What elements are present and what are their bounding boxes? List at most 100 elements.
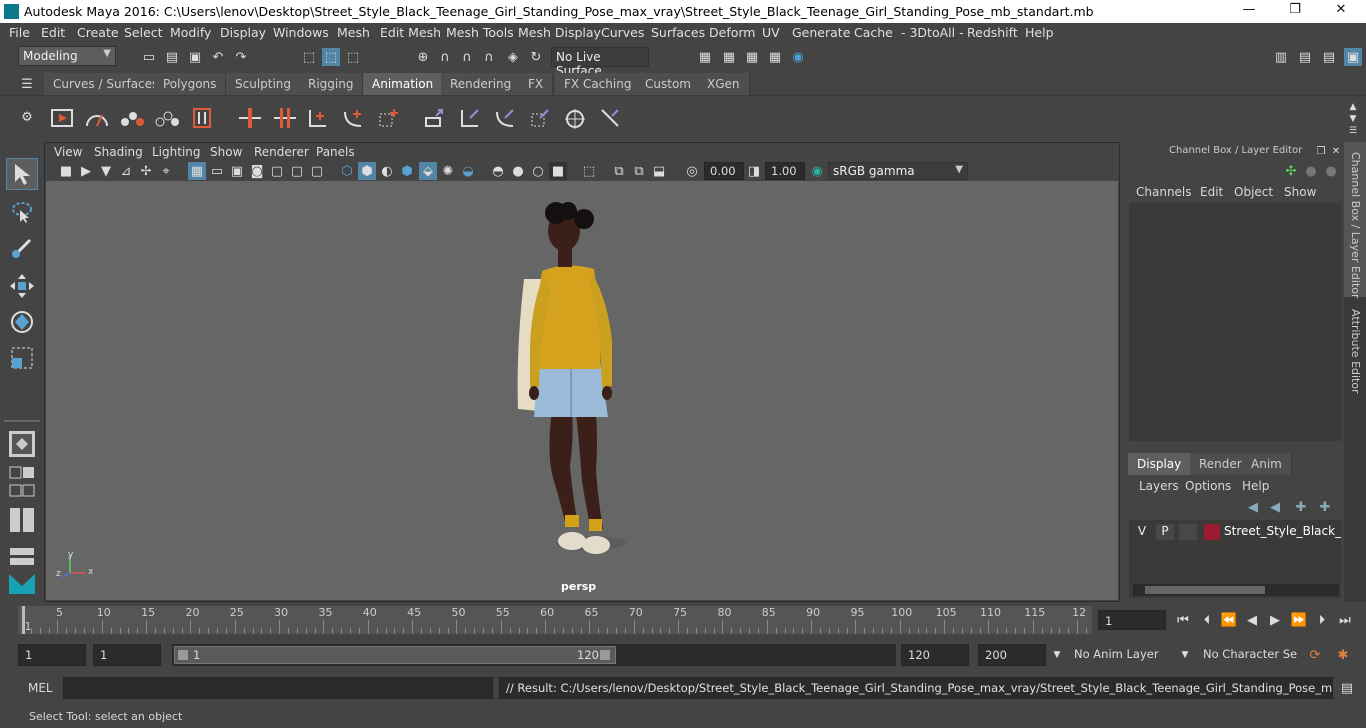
menu-deform[interactable]: Deform xyxy=(709,25,755,40)
color-management-icon[interactable]: ◉ xyxy=(808,162,826,180)
safe-title-icon[interactable]: ▢ xyxy=(288,162,306,180)
keyable-icon[interactable]: ● xyxy=(1302,162,1320,180)
menu-mesh-display[interactable]: Mesh Display xyxy=(518,25,601,40)
bookmark-icon[interactable]: ▼ xyxy=(97,162,115,180)
field-chart-icon[interactable]: ◙ xyxy=(248,162,266,180)
gate-mask-icon[interactable]: ▣ xyxy=(228,162,246,180)
minimize-button[interactable]: — xyxy=(1234,2,1264,20)
safe-action-icon[interactable]: ▢ xyxy=(268,162,286,180)
menu-display[interactable]: Display xyxy=(220,25,266,40)
single-perspective-layout-icon[interactable] xyxy=(6,428,38,460)
current-frame-field[interactable]: 1 xyxy=(1098,610,1166,630)
shadows-icon[interactable]: ✺ xyxy=(439,162,457,180)
menu-redshift[interactable]: Redshift xyxy=(967,25,1018,40)
scale-constraint-icon[interactable] xyxy=(527,104,555,132)
multisample-aa-icon[interactable]: ● xyxy=(509,162,527,180)
menu-mesh[interactable]: Mesh xyxy=(337,25,370,40)
render-frame-icon[interactable]: ▦ xyxy=(696,48,714,66)
layer-menu-options[interactable]: Options xyxy=(1185,479,1231,493)
scale-tool-icon[interactable] xyxy=(6,342,38,374)
anim-layer-dropdown[interactable]: No Anim Layer xyxy=(1068,644,1168,666)
snap-point-icon[interactable]: ∩ xyxy=(458,48,476,66)
layer-tab-anim[interactable]: Anim xyxy=(1242,453,1292,475)
backface-culling-icon[interactable]: ⬓ xyxy=(650,162,668,180)
viewport-menu-lighting[interactable]: Lighting xyxy=(152,145,201,159)
resolution-gate-icon[interactable]: ▭ xyxy=(208,162,226,180)
tab-rigging[interactable]: Rigging xyxy=(299,73,364,95)
film-gate-icon[interactable]: ⌖ xyxy=(157,162,175,180)
wireframe-shading-icon[interactable]: ⬡ xyxy=(338,162,356,180)
redo-icon[interactable]: ↷ xyxy=(232,48,250,66)
live-surface-field[interactable]: No Live Surface xyxy=(551,47,649,78)
xray-active-icon[interactable]: ⧉ xyxy=(630,162,648,180)
guide-icon[interactable]: ▢ xyxy=(308,162,326,180)
layer-tab-display[interactable]: Display xyxy=(1128,453,1192,475)
range-slider-handle[interactable]: 1 120 xyxy=(174,646,616,664)
layer-menu-layers[interactable]: Layers xyxy=(1139,479,1179,493)
move-layer-down-icon[interactable]: ◀ xyxy=(1266,498,1284,516)
ik-handle-icon[interactable] xyxy=(305,104,333,132)
create-cluster-icon[interactable] xyxy=(375,104,403,132)
animation-end-field[interactable]: 200 xyxy=(978,644,1046,666)
animation-start-field[interactable]: 1 xyxy=(18,644,86,666)
rotate-tool-icon[interactable] xyxy=(6,306,38,338)
viewport-menu-show[interactable]: Show xyxy=(210,145,242,159)
channels-menu-object[interactable]: Object xyxy=(1234,185,1273,199)
play-backwards-icon[interactable]: ◀ xyxy=(1243,611,1261,629)
shelf-menu-icon[interactable]: ☰ xyxy=(18,75,36,93)
parent-constraint-icon[interactable] xyxy=(422,104,450,132)
menu-create[interactable]: Create xyxy=(77,25,119,40)
menu-cache[interactable]: Cache xyxy=(854,25,893,40)
xray-joints-icon[interactable]: ⧉ xyxy=(610,162,628,180)
render-view-icon[interactable]: ◉ xyxy=(789,48,807,66)
motion-blur-icon[interactable]: ◓ xyxy=(489,162,507,180)
tab-sculpting[interactable]: Sculpting xyxy=(226,73,302,95)
lasso-tool-icon[interactable] xyxy=(6,196,38,228)
ambient-occlusion-icon[interactable]: ◒ xyxy=(459,162,477,180)
ipr-render-icon[interactable]: ▦ xyxy=(720,48,738,66)
viewport-menu-shading[interactable]: Shading xyxy=(94,145,143,159)
tab-rendering[interactable]: Rendering xyxy=(441,73,522,95)
playback-end-field[interactable]: 120 xyxy=(901,644,969,666)
auto-key-icon[interactable]: ⟳ xyxy=(1306,646,1324,664)
tab-curves-surfaces[interactable]: Curves / Surfaces xyxy=(44,73,169,95)
layer-display-type-toggle[interactable] xyxy=(1179,524,1197,540)
pole-vector-constraint-icon[interactable] xyxy=(597,104,625,132)
snap-grid-icon[interactable]: ⊕ xyxy=(414,48,432,66)
command-language-label[interactable]: MEL xyxy=(28,681,53,695)
go-to-end-icon[interactable]: ⏭ xyxy=(1336,611,1354,629)
tab-animation[interactable]: Animation xyxy=(363,73,444,95)
layer-scrollbar-thumb[interactable] xyxy=(1145,586,1265,594)
maximize-button[interactable]: ❐ xyxy=(1280,2,1310,20)
time-slider[interactable]: 1 5 10 15 20 25 30 35 40 45 50 55 60 65 70 75 80 85 90 95 10… xyxy=(0,602,1366,640)
range-handle-end-grip[interactable] xyxy=(600,650,610,660)
current-time-indicator[interactable] xyxy=(22,606,25,634)
tab-fx[interactable]: FX xyxy=(519,73,554,95)
move-tool-icon[interactable] xyxy=(6,270,38,302)
wireframe-grid-icon[interactable]: ▦ xyxy=(188,162,206,180)
script-editor-icon[interactable]: ▤ xyxy=(1338,679,1356,697)
camera-attributes-icon[interactable]: ▶ xyxy=(77,162,95,180)
tab-fx-caching[interactable]: FX Caching xyxy=(555,73,642,95)
new-layer-selected-icon[interactable]: ✚ xyxy=(1316,498,1334,516)
layout-toggle-icon[interactable]: ▤ xyxy=(1320,48,1338,66)
go-to-start-icon[interactable]: ⏮ xyxy=(1174,611,1192,629)
step-back-frame-icon[interactable]: ⏴ xyxy=(1198,611,1216,629)
render-settings-icon[interactable]: ▦ xyxy=(743,48,761,66)
layer-color-swatch[interactable] xyxy=(1204,524,1220,540)
select-hierarchy-icon[interactable]: ⬚ xyxy=(300,48,318,66)
menu-generate[interactable]: Generate xyxy=(792,25,850,40)
snap-surface-icon[interactable]: ◈ xyxy=(504,48,522,66)
play-forwards-icon[interactable]: ▶ xyxy=(1266,611,1284,629)
channel-box-list[interactable] xyxy=(1129,203,1341,441)
workspace-icon[interactable]: ▥ xyxy=(1272,48,1290,66)
xray-icon[interactable]: ⬚ xyxy=(580,162,598,180)
step-forward-key-icon[interactable]: ⏩ xyxy=(1290,611,1308,629)
save-scene-icon[interactable]: ▣ xyxy=(186,48,204,66)
menu-select[interactable]: Select xyxy=(124,25,163,40)
command-input[interactable] xyxy=(63,677,493,699)
range-slider-track[interactable]: 1 120 xyxy=(172,644,896,666)
speed-icon[interactable]: ● xyxy=(1322,162,1340,180)
hypershade-icon[interactable]: ▦ xyxy=(766,48,784,66)
menu-help[interactable]: Help xyxy=(1025,25,1054,40)
